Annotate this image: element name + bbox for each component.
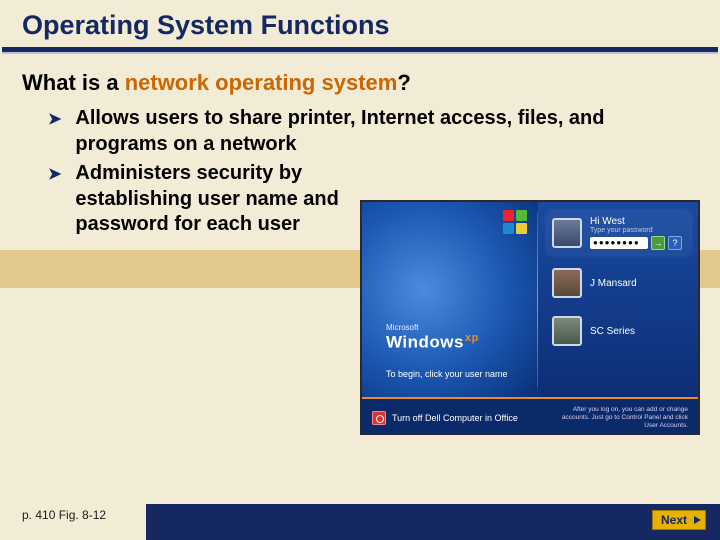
- user-tile[interactable]: J Mansard: [548, 264, 690, 302]
- play-triangle-icon: [694, 516, 701, 524]
- chevron-right-icon: ➤: [48, 165, 61, 238]
- slide-footer: p. 410 Fig. 8-12 Next: [0, 504, 720, 540]
- bullet-text: Administers security by establishing use…: [75, 161, 355, 238]
- login-footer: Turn off Dell Computer in Office After y…: [362, 397, 698, 435]
- next-label: Next: [661, 513, 687, 527]
- user-name: Hi West: [590, 216, 686, 227]
- footer-bar: [146, 504, 720, 540]
- user-name: J Mansard: [590, 278, 686, 289]
- login-left-panel: Microsoft Windowsxp To begin, click your…: [362, 202, 537, 397]
- question-line: What is a network operating system?: [0, 54, 720, 102]
- question-prefix: What is a: [22, 70, 125, 95]
- user-tile-active[interactable]: Hi West Type your password ●●●●●●●● → ?: [548, 212, 690, 254]
- power-icon: [372, 411, 386, 425]
- avatar: [552, 316, 582, 346]
- begin-hint: To begin, click your user name: [386, 369, 508, 379]
- submit-arrow-icon[interactable]: →: [651, 236, 665, 250]
- brand-xp: xp: [465, 332, 479, 344]
- question-suffix: ?: [397, 70, 410, 95]
- password-hint: Type your password: [590, 227, 686, 234]
- next-button[interactable]: Next: [652, 510, 706, 530]
- brand-small: Microsoft: [386, 323, 479, 332]
- windows-flag-icon: [503, 210, 527, 234]
- bullet-item: ➤ Allows users to share printer, Interne…: [48, 106, 700, 157]
- avatar: [552, 218, 582, 248]
- user-name: SC Series: [590, 326, 686, 337]
- user-tile[interactable]: SC Series: [548, 312, 690, 350]
- question-highlight: network operating system: [125, 70, 398, 95]
- login-screenshot: Microsoft Windowsxp To begin, click your…: [360, 200, 700, 435]
- brand-main: Windows: [386, 333, 464, 352]
- password-input[interactable]: ●●●●●●●●: [590, 237, 648, 249]
- avatar: [552, 268, 582, 298]
- turn-off-label: Turn off Dell Computer in Office: [392, 413, 518, 423]
- page-reference: p. 410 Fig. 8-12: [0, 508, 106, 540]
- login-footer-hint: After you log on, you can add or change …: [558, 406, 688, 429]
- password-help-icon[interactable]: ?: [668, 236, 682, 250]
- chevron-right-icon: ➤: [48, 110, 61, 157]
- login-right-panel: Hi West Type your password ●●●●●●●● → ? …: [538, 202, 698, 397]
- windows-brand: Microsoft Windowsxp: [386, 323, 479, 353]
- bullet-text: Allows users to share printer, Internet …: [75, 106, 655, 157]
- slide-title: Operating System Functions: [0, 0, 720, 45]
- turn-off-button[interactable]: Turn off Dell Computer in Office: [372, 411, 518, 425]
